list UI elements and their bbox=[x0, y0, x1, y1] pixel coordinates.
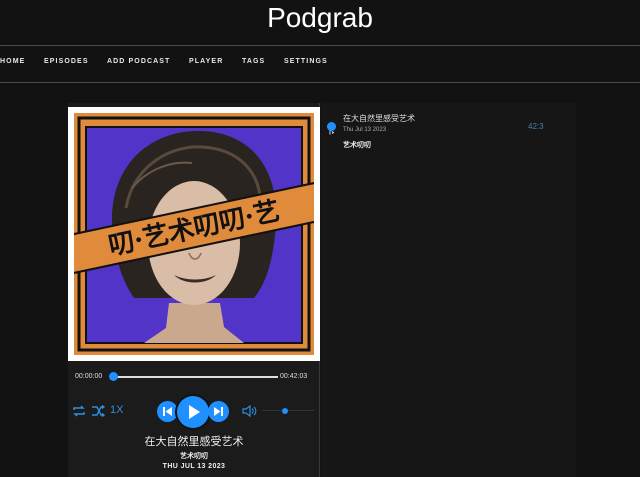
nav-add-podcast[interactable]: ADD PODCAST bbox=[107, 58, 170, 65]
playlist-panel: 在大自然里感受艺术 Thu Jul 13 2023 艺术叨叨 42:3 bbox=[321, 103, 576, 477]
main-nav: HOME EPISODES ADD PODCAST PLAYER TAGS SE… bbox=[0, 58, 640, 70]
skip-next-icon bbox=[214, 407, 223, 416]
nav-tags[interactable]: TAGS bbox=[242, 58, 265, 65]
seek-bar[interactable] bbox=[113, 376, 278, 378]
shuffle-icon[interactable] bbox=[91, 405, 105, 417]
playlist-item-title: 在大自然里感受艺术 bbox=[343, 114, 415, 123]
playlist-item-podcast: 艺术叨叨 bbox=[343, 141, 371, 149]
artwork-image: 叨·艺术叨叨·艺 bbox=[74, 113, 314, 355]
previous-button[interactable] bbox=[157, 401, 178, 422]
nav-player[interactable]: PLAYER bbox=[189, 58, 223, 65]
volume-slider[interactable] bbox=[262, 410, 314, 411]
nav-episodes[interactable]: EPISODES bbox=[44, 58, 89, 65]
now-playing-title: 在大自然里感受艺术 bbox=[144, 435, 244, 448]
next-button[interactable] bbox=[208, 401, 229, 422]
playlist-item-duration: 42:3 bbox=[528, 122, 544, 131]
current-time: 00:00:00 bbox=[75, 373, 103, 380]
total-time: 00:42:03 bbox=[280, 373, 308, 380]
repeat-icon[interactable] bbox=[72, 405, 86, 417]
nav-settings[interactable]: SETTINGS bbox=[284, 58, 328, 65]
seek-handle[interactable] bbox=[109, 372, 118, 381]
header-divider bbox=[0, 45, 640, 46]
volume-handle[interactable] bbox=[282, 408, 288, 414]
play-icon bbox=[189, 405, 200, 419]
volume-icon[interactable] bbox=[242, 405, 257, 417]
now-playing-podcast: 艺术叨叨 bbox=[180, 452, 208, 460]
now-playing-date: THU JUL 13 2023 bbox=[162, 463, 226, 470]
now-playing-indicator-icon bbox=[327, 122, 336, 135]
nav-home[interactable]: HOME bbox=[0, 58, 25, 65]
play-button[interactable] bbox=[177, 396, 209, 428]
playlist-item[interactable]: 在大自然里感受艺术 Thu Jul 13 2023 艺术叨叨 42:3 bbox=[321, 111, 576, 155]
podcast-artwork: 叨·艺术叨叨·艺 bbox=[68, 107, 320, 361]
app-title[interactable]: Podgrab bbox=[0, 0, 640, 36]
playback-speed-button[interactable]: 1X bbox=[110, 404, 123, 416]
playlist-item-date: Thu Jul 13 2023 bbox=[343, 127, 387, 133]
nav-divider bbox=[0, 82, 640, 83]
site-header: Podgrab bbox=[0, 0, 640, 46]
skip-previous-icon bbox=[163, 407, 172, 416]
